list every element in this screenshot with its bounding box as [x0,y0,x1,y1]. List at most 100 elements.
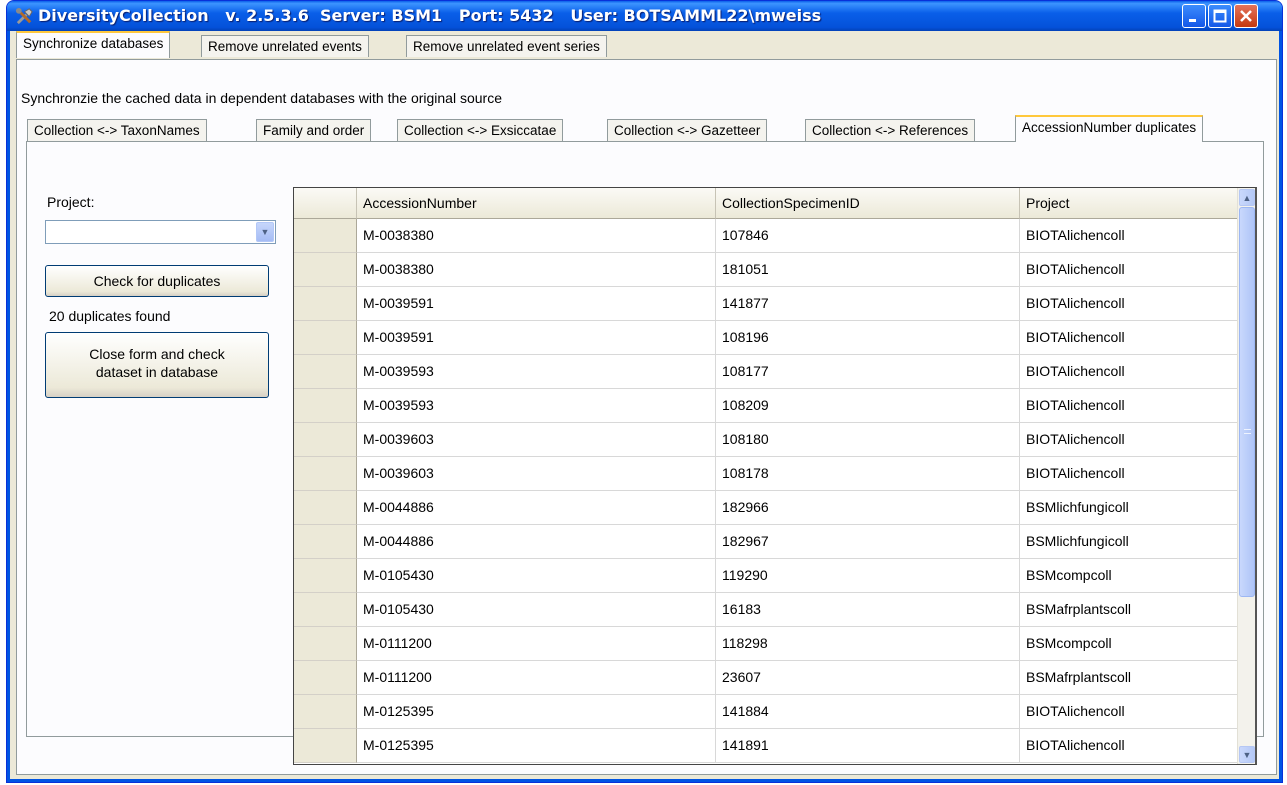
tab-collection-gazetteer[interactable]: Collection <-> Gazetteer [607,119,768,141]
scroll-down-icon[interactable]: ▼ [1239,746,1255,763]
accessionnumber-cell[interactable]: M-0111200 [357,627,716,661]
table-row[interactable]: M-0039591 141877 BIOTAlichencoll [294,287,1239,321]
table-row[interactable]: M-0039593 108209 BIOTAlichencoll [294,389,1239,423]
collectionspecimenid-cell[interactable]: 16183 [716,593,1020,627]
close-window-button[interactable] [1234,4,1258,28]
collectionspecimenid-cell[interactable]: 107846 [716,219,1020,253]
accessionnumber-cell[interactable]: M-0039591 [357,321,716,355]
accessionnumber-cell[interactable]: M-0044886 [357,491,716,525]
accessionnumber-cell[interactable]: M-0105430 [357,559,716,593]
table-row[interactable]: M-0105430 16183 BSMafrplantscoll [294,593,1239,627]
row-selector[interactable] [294,389,357,423]
column-header-collectionspecimenid[interactable]: CollectionSpecimenID [716,188,1020,219]
row-selector[interactable] [294,627,357,661]
table-row[interactable]: M-0125395 141884 BIOTAlichencoll [294,695,1239,729]
accessionnumber-cell[interactable]: M-0039603 [357,457,716,491]
row-selector[interactable] [294,729,357,763]
row-selector[interactable] [294,559,357,593]
accessionnumber-cell[interactable]: M-0038380 [357,253,716,287]
tab-synchronize-databases[interactable]: Synchronize databases [16,31,171,58]
project-cell[interactable]: BIOTAlichencoll [1020,253,1239,287]
close-form-check-dataset-button[interactable]: Close form and check dataset in database [45,332,269,398]
collectionspecimenid-cell[interactable]: 108209 [716,389,1020,423]
collectionspecimenid-cell[interactable]: 23607 [716,661,1020,695]
accessionnumber-cell[interactable]: M-0039593 [357,355,716,389]
row-selector[interactable] [294,321,357,355]
collectionspecimenid-cell[interactable]: 141884 [716,695,1020,729]
project-cell[interactable]: BIOTAlichencoll [1020,695,1239,729]
accessionnumber-cell[interactable]: M-0125395 [357,695,716,729]
row-selector[interactable] [294,695,357,729]
duplicates-grid[interactable]: AccessionNumber CollectionSpecimenID Pro… [293,187,1257,765]
title-bar[interactable]: DiversityCollection v. 2.5.3.6 Server: B… [7,1,1282,31]
row-selector[interactable] [294,355,357,389]
vertical-scrollbar[interactable]: ▲ ▼ [1237,188,1255,764]
accessionnumber-cell[interactable]: M-0039603 [357,423,716,457]
row-selector[interactable] [294,491,357,525]
row-selector[interactable] [294,423,357,457]
project-cell[interactable]: BIOTAlichencoll [1020,321,1239,355]
accessionnumber-cell[interactable]: M-0038380 [357,219,716,253]
collectionspecimenid-cell[interactable]: 118298 [716,627,1020,661]
chevron-down-icon[interactable]: ▼ [256,222,274,242]
project-cell[interactable]: BIOTAlichencoll [1020,355,1239,389]
table-row[interactable]: M-0111200 23607 BSMafrplantscoll [294,661,1239,695]
row-selector[interactable] [294,593,357,627]
table-row[interactable]: M-0039603 108178 BIOTAlichencoll [294,457,1239,491]
project-cell[interactable]: BIOTAlichencoll [1020,423,1239,457]
row-selector[interactable] [294,219,357,253]
project-cell[interactable]: BIOTAlichencoll [1020,729,1239,763]
accessionnumber-cell[interactable]: M-0044886 [357,525,716,559]
collectionspecimenid-cell[interactable]: 141891 [716,729,1020,763]
check-duplicates-button[interactable]: Check for duplicates [45,265,269,297]
accessionnumber-cell[interactable]: M-0125395 [357,729,716,763]
table-row[interactable]: M-0039593 108177 BIOTAlichencoll [294,355,1239,389]
table-row[interactable]: M-0125395 141891 BIOTAlichencoll [294,729,1239,763]
table-row[interactable]: M-0044886 182967 BSMlichfungicoll [294,525,1239,559]
scroll-thumb[interactable] [1239,207,1255,597]
project-cell[interactable]: BSMafrplantscoll [1020,661,1239,695]
accessionnumber-cell[interactable]: M-0105430 [357,593,716,627]
table-row[interactable]: M-0039591 108196 BIOTAlichencoll [294,321,1239,355]
collectionspecimenid-cell[interactable]: 141877 [716,287,1020,321]
row-selector[interactable] [294,457,357,491]
maximize-button[interactable] [1208,4,1232,28]
tab-collection-exsiccatae[interactable]: Collection <-> Exsiccatae [397,119,564,141]
collectionspecimenid-cell[interactable]: 108180 [716,423,1020,457]
tab-remove-unrelated-events[interactable]: Remove unrelated events [201,35,369,57]
column-header-project[interactable]: Project [1020,188,1239,219]
project-cell[interactable]: BSMcompcoll [1020,559,1239,593]
project-select[interactable]: ▼ [45,220,276,244]
collectionspecimenid-cell[interactable]: 108177 [716,355,1020,389]
collectionspecimenid-cell[interactable]: 182966 [716,491,1020,525]
accessionnumber-cell[interactable]: M-0039593 [357,389,716,423]
tab-family-and-order[interactable]: Family and order [256,119,372,141]
tab-accessionnumber-duplicates[interactable]: AccessionNumber duplicates [1015,115,1204,142]
table-row[interactable]: M-0039603 108180 BIOTAlichencoll [294,423,1239,457]
tab-collection-taxonnames[interactable]: Collection <-> TaxonNames [27,119,207,141]
collectionspecimenid-cell[interactable]: 108178 [716,457,1020,491]
project-cell[interactable]: BSMafrplantscoll [1020,593,1239,627]
row-selector[interactable] [294,525,357,559]
project-cell[interactable]: BIOTAlichencoll [1020,219,1239,253]
project-cell[interactable]: BSMlichfungicoll [1020,525,1239,559]
accessionnumber-cell[interactable]: M-0111200 [357,661,716,695]
project-cell[interactable]: BIOTAlichencoll [1020,389,1239,423]
accessionnumber-cell[interactable]: M-0039591 [357,287,716,321]
table-row[interactable]: M-0038380 181051 BIOTAlichencoll [294,253,1239,287]
row-selector[interactable] [294,253,357,287]
table-row[interactable]: M-0044886 182966 BSMlichfungicoll [294,491,1239,525]
collectionspecimenid-cell[interactable]: 181051 [716,253,1020,287]
collectionspecimenid-cell[interactable]: 119290 [716,559,1020,593]
table-row[interactable]: M-0111200 118298 BSMcompcoll [294,627,1239,661]
tab-remove-unrelated-event-series[interactable]: Remove unrelated event series [406,35,607,57]
table-row[interactable]: M-0038380 107846 BIOTAlichencoll [294,219,1239,253]
scroll-up-icon[interactable]: ▲ [1239,189,1255,206]
row-selector[interactable] [294,661,357,695]
project-cell[interactable]: BSMlichfungicoll [1020,491,1239,525]
collectionspecimenid-cell[interactable]: 182967 [716,525,1020,559]
table-row[interactable]: M-0105430 119290 BSMcompcoll [294,559,1239,593]
project-cell[interactable]: BIOTAlichencoll [1020,457,1239,491]
minimize-button[interactable] [1182,4,1206,28]
row-selector[interactable] [294,287,357,321]
